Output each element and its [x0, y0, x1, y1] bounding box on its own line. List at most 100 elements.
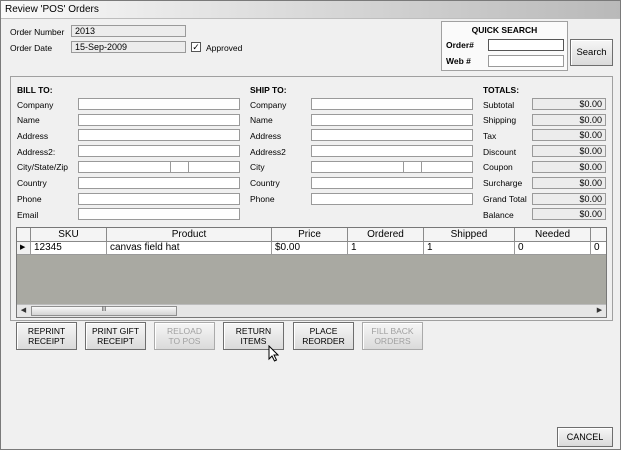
bill-address2-input[interactable] [78, 145, 240, 157]
column-header-ordered[interactable]: Ordered [348, 228, 424, 242]
grid-corner [17, 228, 31, 242]
quick-search-title: QUICK SEARCH [471, 25, 538, 35]
grand-total-label: Grand Total [483, 194, 527, 204]
order-date-label: Order Date [10, 43, 53, 53]
ship-city-input[interactable] [311, 161, 404, 173]
bill-email-input[interactable] [78, 208, 240, 220]
column-header-extra[interactable] [591, 228, 606, 242]
coupon-value: $0.00 [532, 161, 606, 173]
bill-address-input[interactable] [78, 129, 240, 141]
cell-price[interactable]: $0.00 [272, 242, 348, 255]
print-gift-receipt-button[interactable]: PRINT GIFT RECEIPT [85, 322, 146, 350]
bill-company-input[interactable] [78, 98, 240, 110]
bill-email-label: Email [17, 210, 39, 220]
scroll-left-icon[interactable]: ◀ [17, 305, 30, 317]
reload-to-pos-button[interactable]: RELOAD TO POS [154, 322, 215, 350]
cell-ordered[interactable]: 1 [348, 242, 424, 255]
bill-zip-input[interactable] [188, 161, 240, 173]
cell-sku[interactable]: 12345 [31, 242, 107, 255]
cancel-button[interactable]: CANCEL [557, 427, 613, 447]
place-reorder-button[interactable]: PLACE REORDER [293, 322, 354, 350]
cell-product[interactable]: canvas field hat [107, 242, 272, 255]
cell-extra[interactable]: 0 [591, 242, 606, 255]
column-header-needed[interactable]: Needed [515, 228, 591, 242]
order-date-field: 15-Sep-2009 [71, 41, 186, 53]
reprint-receipt-line2: RECEIPT [28, 336, 65, 346]
quick-search-web-label: Web # [446, 56, 471, 66]
bill-city-state-zip-label: City/State/Zip [17, 162, 69, 172]
balance-value: $0.00 [532, 208, 606, 220]
return-items-line1: RETURN [235, 326, 272, 336]
reprint-receipt-button[interactable]: REPRINT RECEIPT [16, 322, 77, 350]
bill-phone-label: Phone [17, 194, 42, 204]
bill-company-label: Company [17, 100, 54, 110]
place-reorder-line2: REORDER [302, 336, 345, 346]
bill-to-heading: BILL TO: [17, 85, 53, 95]
subtotal-label: Subtotal [483, 100, 515, 110]
row-selector-icon[interactable]: ▶ [17, 242, 31, 255]
reprint-receipt-line1: REPRINT [27, 326, 66, 336]
order-items-grid: SKU Product Price Ordered Shipped Needed… [16, 227, 607, 318]
column-header-sku[interactable]: SKU [31, 228, 107, 242]
bill-country-input[interactable] [78, 177, 240, 189]
ship-state-input[interactable] [403, 161, 422, 173]
scrollbar-grip: III [101, 307, 107, 313]
ship-phone-label: Phone [250, 194, 275, 204]
place-reorder-line1: PLACE [309, 326, 338, 336]
grand-total-value: $0.00 [532, 193, 606, 205]
column-header-product[interactable]: Product [107, 228, 272, 242]
bill-address2-label: Address2: [17, 147, 56, 157]
bill-state-input[interactable] [170, 161, 189, 173]
bill-country-label: Country [17, 178, 47, 188]
print-gift-receipt-line2: RECEIPT [97, 336, 134, 346]
ship-company-input[interactable] [311, 98, 473, 110]
ship-name-label: Name [250, 115, 273, 125]
fill-back-orders-line1: FILL BACK [371, 326, 414, 336]
tax-value: $0.00 [532, 129, 606, 141]
ship-to-heading: SHIP TO: [250, 85, 287, 95]
ship-city-label: City [250, 162, 265, 172]
ship-country-input[interactable] [311, 177, 473, 189]
discount-label: Discount [483, 147, 517, 157]
grid-horizontal-scrollbar[interactable]: ◀ III ▶ [17, 304, 606, 317]
totals-heading: TOTALS: [483, 85, 520, 95]
bill-name-label: Name [17, 115, 40, 125]
coupon-label: Coupon [483, 162, 513, 172]
quick-search-panel: QUICK SEARCH Order# Web # [441, 21, 568, 71]
quick-search-web-input[interactable] [488, 55, 564, 67]
ship-address2-label: Address2 [250, 147, 286, 157]
quick-search-order-input[interactable] [488, 39, 564, 51]
cell-shipped[interactable]: 1 [424, 242, 515, 255]
fill-back-orders-button[interactable]: FILL BACK ORDERS [362, 322, 423, 350]
ship-zip-input[interactable] [421, 161, 473, 173]
bill-name-input[interactable] [78, 114, 240, 126]
fill-back-orders-line2: ORDERS [374, 336, 411, 346]
return-items-line2: ITEMS [240, 336, 267, 346]
search-button[interactable]: Search [570, 39, 613, 66]
surcharge-value: $0.00 [532, 177, 606, 189]
scroll-right-icon[interactable]: ▶ [593, 305, 606, 317]
scrollbar-thumb[interactable]: III [31, 306, 177, 316]
print-gift-receipt-line1: PRINT GIFT [91, 326, 140, 336]
table-row[interactable]: ▶ 12345 canvas field hat $0.00 1 1 0 0 [17, 242, 606, 255]
tax-label: Tax [483, 131, 497, 141]
ship-phone-input[interactable] [311, 193, 473, 205]
ship-address-label: Address [250, 131, 282, 141]
approved-checkbox[interactable]: ✓ [191, 42, 201, 52]
order-number-label: Order Number [10, 27, 65, 37]
discount-value: $0.00 [532, 145, 606, 157]
ship-country-label: Country [250, 178, 280, 188]
bill-phone-input[interactable] [78, 193, 240, 205]
search-button-label: Search [576, 46, 607, 58]
column-header-shipped[interactable]: Shipped [424, 228, 515, 242]
ship-address-input[interactable] [311, 129, 473, 141]
shipping-value: $0.00 [532, 114, 606, 126]
column-header-price[interactable]: Price [272, 228, 348, 242]
ship-name-input[interactable] [311, 114, 473, 126]
reload-to-pos-line2: TO POS [168, 336, 201, 346]
reload-to-pos-line1: RELOAD [167, 326, 202, 336]
bill-city-input[interactable] [78, 161, 171, 173]
ship-address2-input[interactable] [311, 145, 473, 157]
subtotal-value: $0.00 [532, 98, 606, 110]
cell-needed[interactable]: 0 [515, 242, 591, 255]
